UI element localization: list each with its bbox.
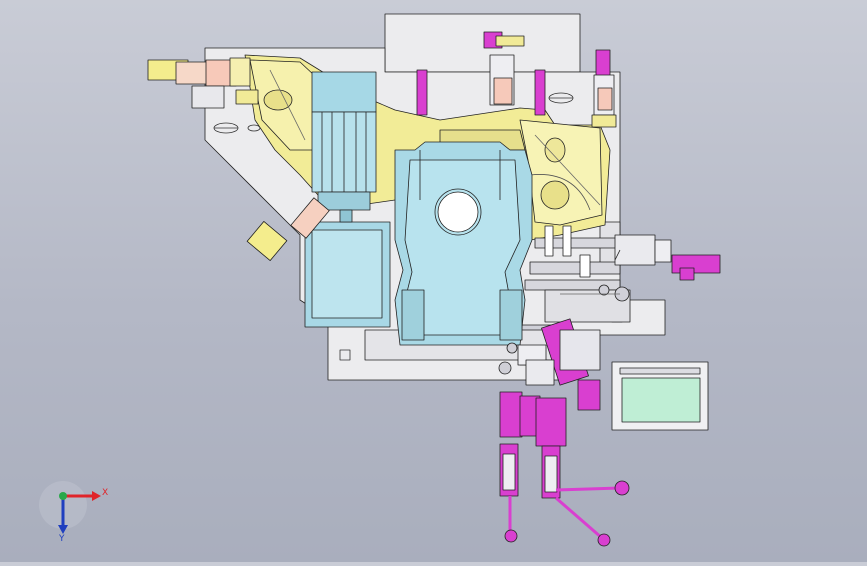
gearbox-housing [394,141,533,346]
x-axis-label: X [102,488,109,498]
side-actuator [614,234,721,281]
cad-viewport[interactable]: X Y [0,0,867,562]
hmi-panel [611,361,709,431]
assembly-drawing [39,13,721,547]
y-axis-label: Y [59,534,65,544]
axis-triad-icon [39,481,101,534]
